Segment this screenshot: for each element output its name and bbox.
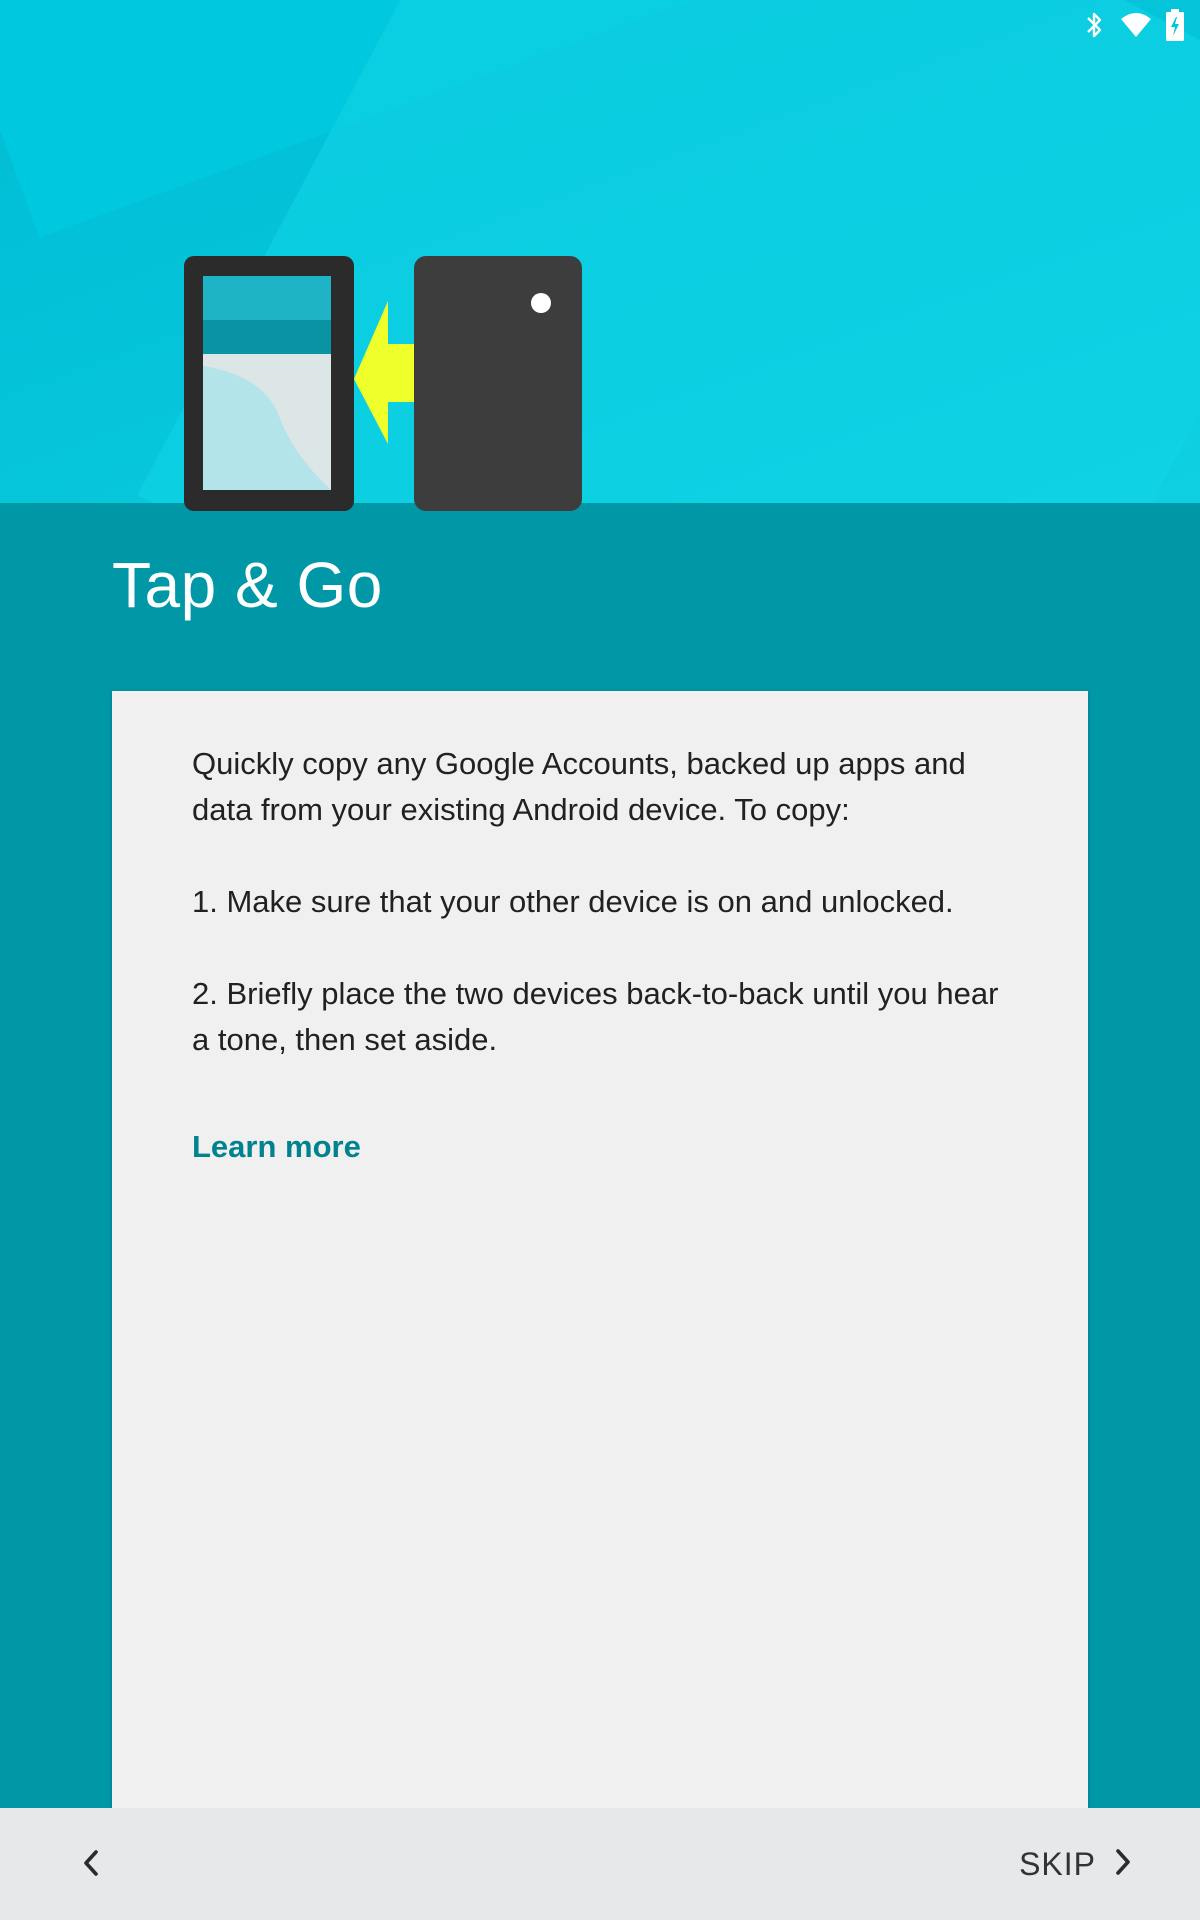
chevron-right-icon <box>1112 1847 1134 1882</box>
tap-and-go-illustration <box>184 256 584 511</box>
skip-label: SKIP <box>1019 1845 1096 1882</box>
battery-charging-icon <box>1166 9 1184 41</box>
intro-text: Quickly copy any Google Accounts, backed… <box>192 746 966 827</box>
status-bar <box>1000 0 1200 50</box>
instructions-text: Quickly copy any Google Accounts, backed… <box>192 741 1008 1109</box>
page-title: Tap & Go <box>112 549 383 621</box>
skip-button[interactable]: SKIP <box>1019 1836 1134 1892</box>
instructions-card: Quickly copy any Google Accounts, backed… <box>112 691 1088 1808</box>
phone-device-icon <box>414 256 582 511</box>
bluetooth-icon <box>1084 10 1106 40</box>
step-one-text: 1. Make sure that your other device is o… <box>192 884 954 919</box>
wifi-icon <box>1120 11 1152 39</box>
bottom-navigation-bar: SKIP <box>0 1808 1200 1920</box>
back-button[interactable] <box>66 1840 116 1890</box>
learn-more-link[interactable]: Learn more <box>192 1129 361 1165</box>
chevron-left-icon <box>80 1848 102 1883</box>
hero-banner <box>0 0 1200 503</box>
step-two-text: 2. Briefly place the two devices back-to… <box>192 976 999 1057</box>
tablet-device-icon <box>184 256 354 511</box>
